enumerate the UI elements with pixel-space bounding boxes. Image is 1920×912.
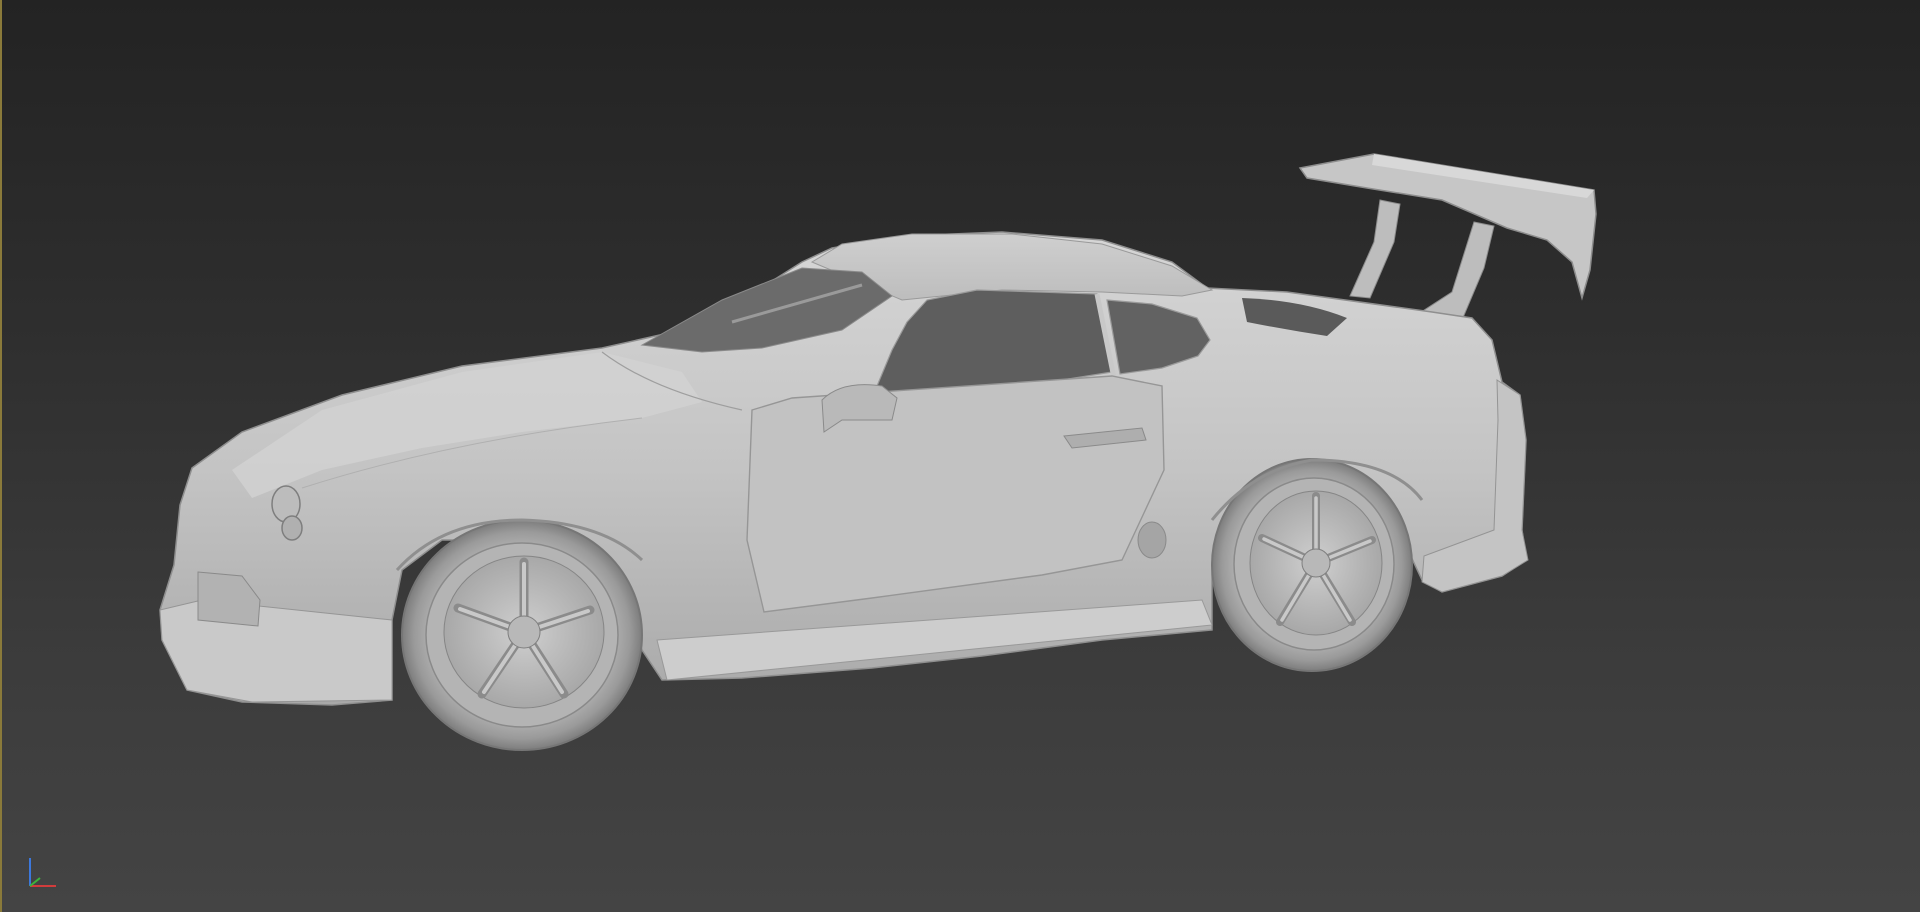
front-wheel bbox=[401, 519, 643, 751]
3d-viewport[interactable] bbox=[0, 0, 1920, 912]
xyz-axis-icon bbox=[29, 858, 56, 887]
side-intake bbox=[1137, 521, 1167, 559]
car-model[interactable] bbox=[2, 0, 1920, 912]
rear-wing bbox=[1298, 153, 1597, 321]
